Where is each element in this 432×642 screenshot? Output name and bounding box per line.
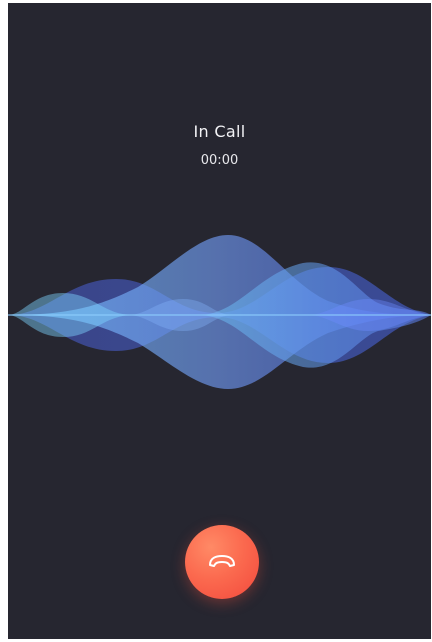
voice-waveform <box>8 235 431 389</box>
call-status-label: In Call <box>193 122 246 141</box>
call-screen: In Call 00:00 <box>8 3 431 639</box>
end-call-button[interactable] <box>185 525 259 599</box>
phone-hangup-icon <box>209 555 235 567</box>
call-timer: 00:00 <box>200 153 239 168</box>
